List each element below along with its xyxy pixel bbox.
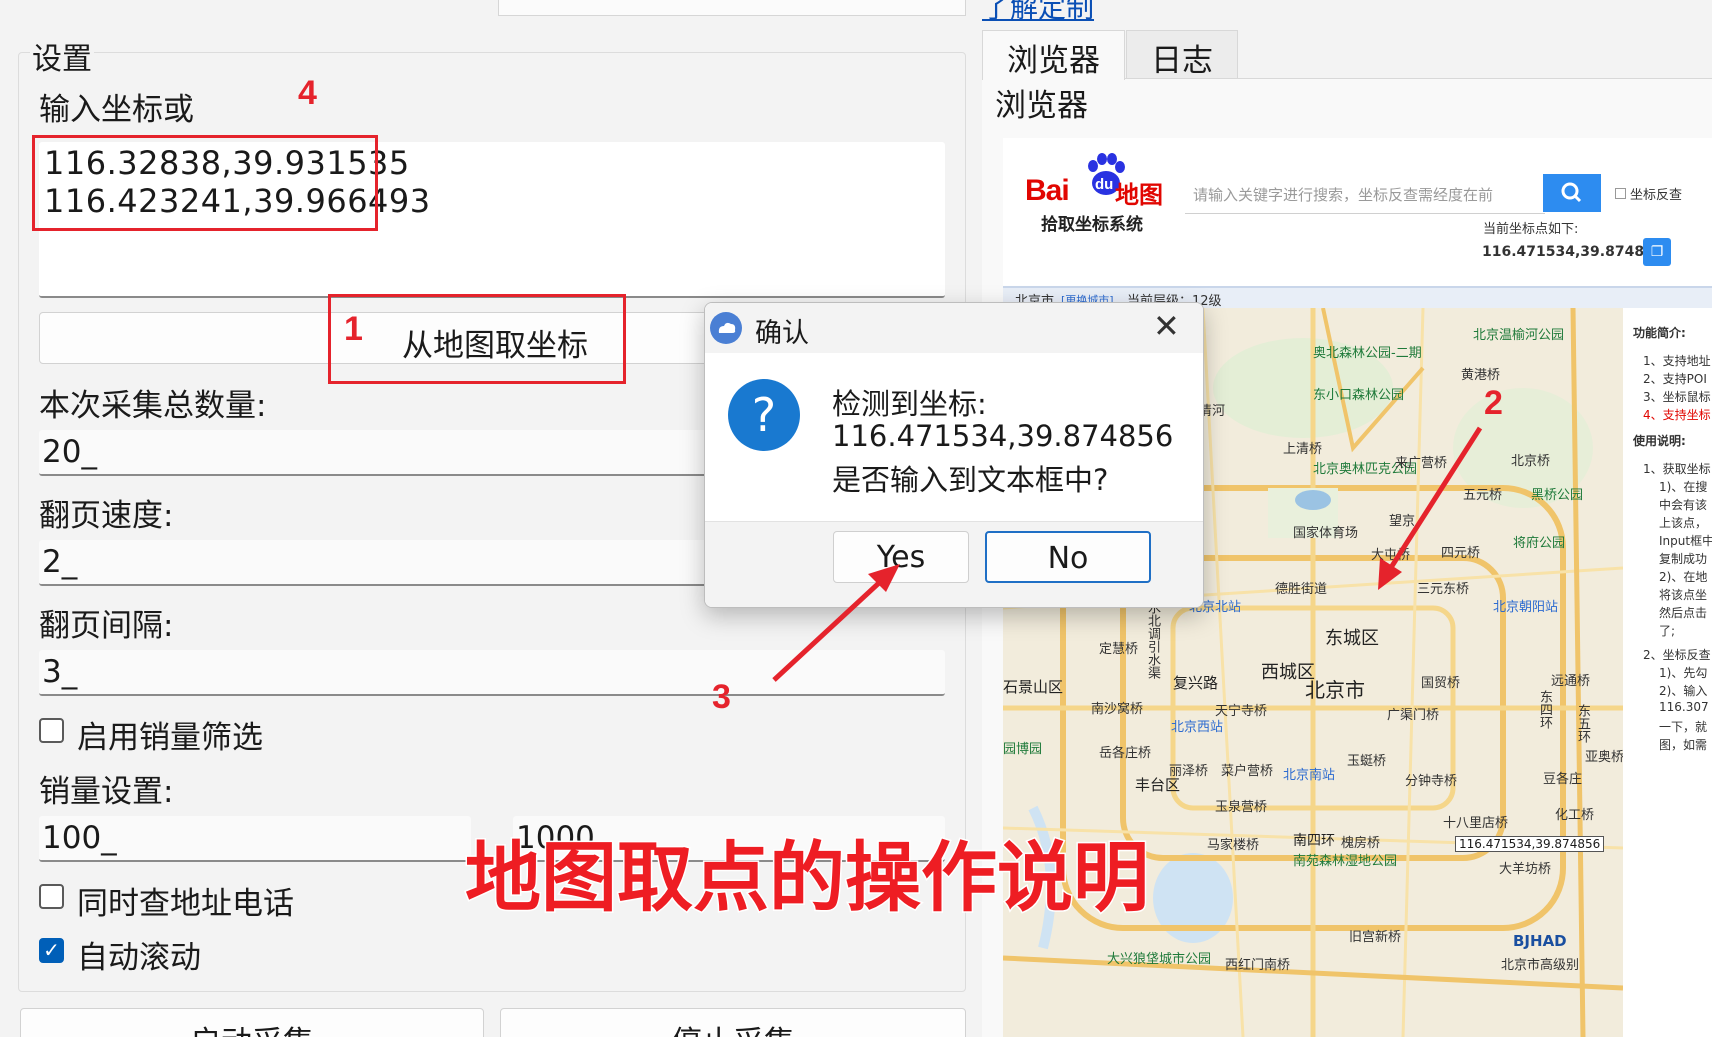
- arrow-to-yes-button: [772, 580, 882, 682]
- caption-headline: 地图取点的操作说明: [464, 832, 1151, 924]
- arrow-head: [1378, 558, 1402, 590]
- arrow-to-map-point: [1389, 426, 1483, 568]
